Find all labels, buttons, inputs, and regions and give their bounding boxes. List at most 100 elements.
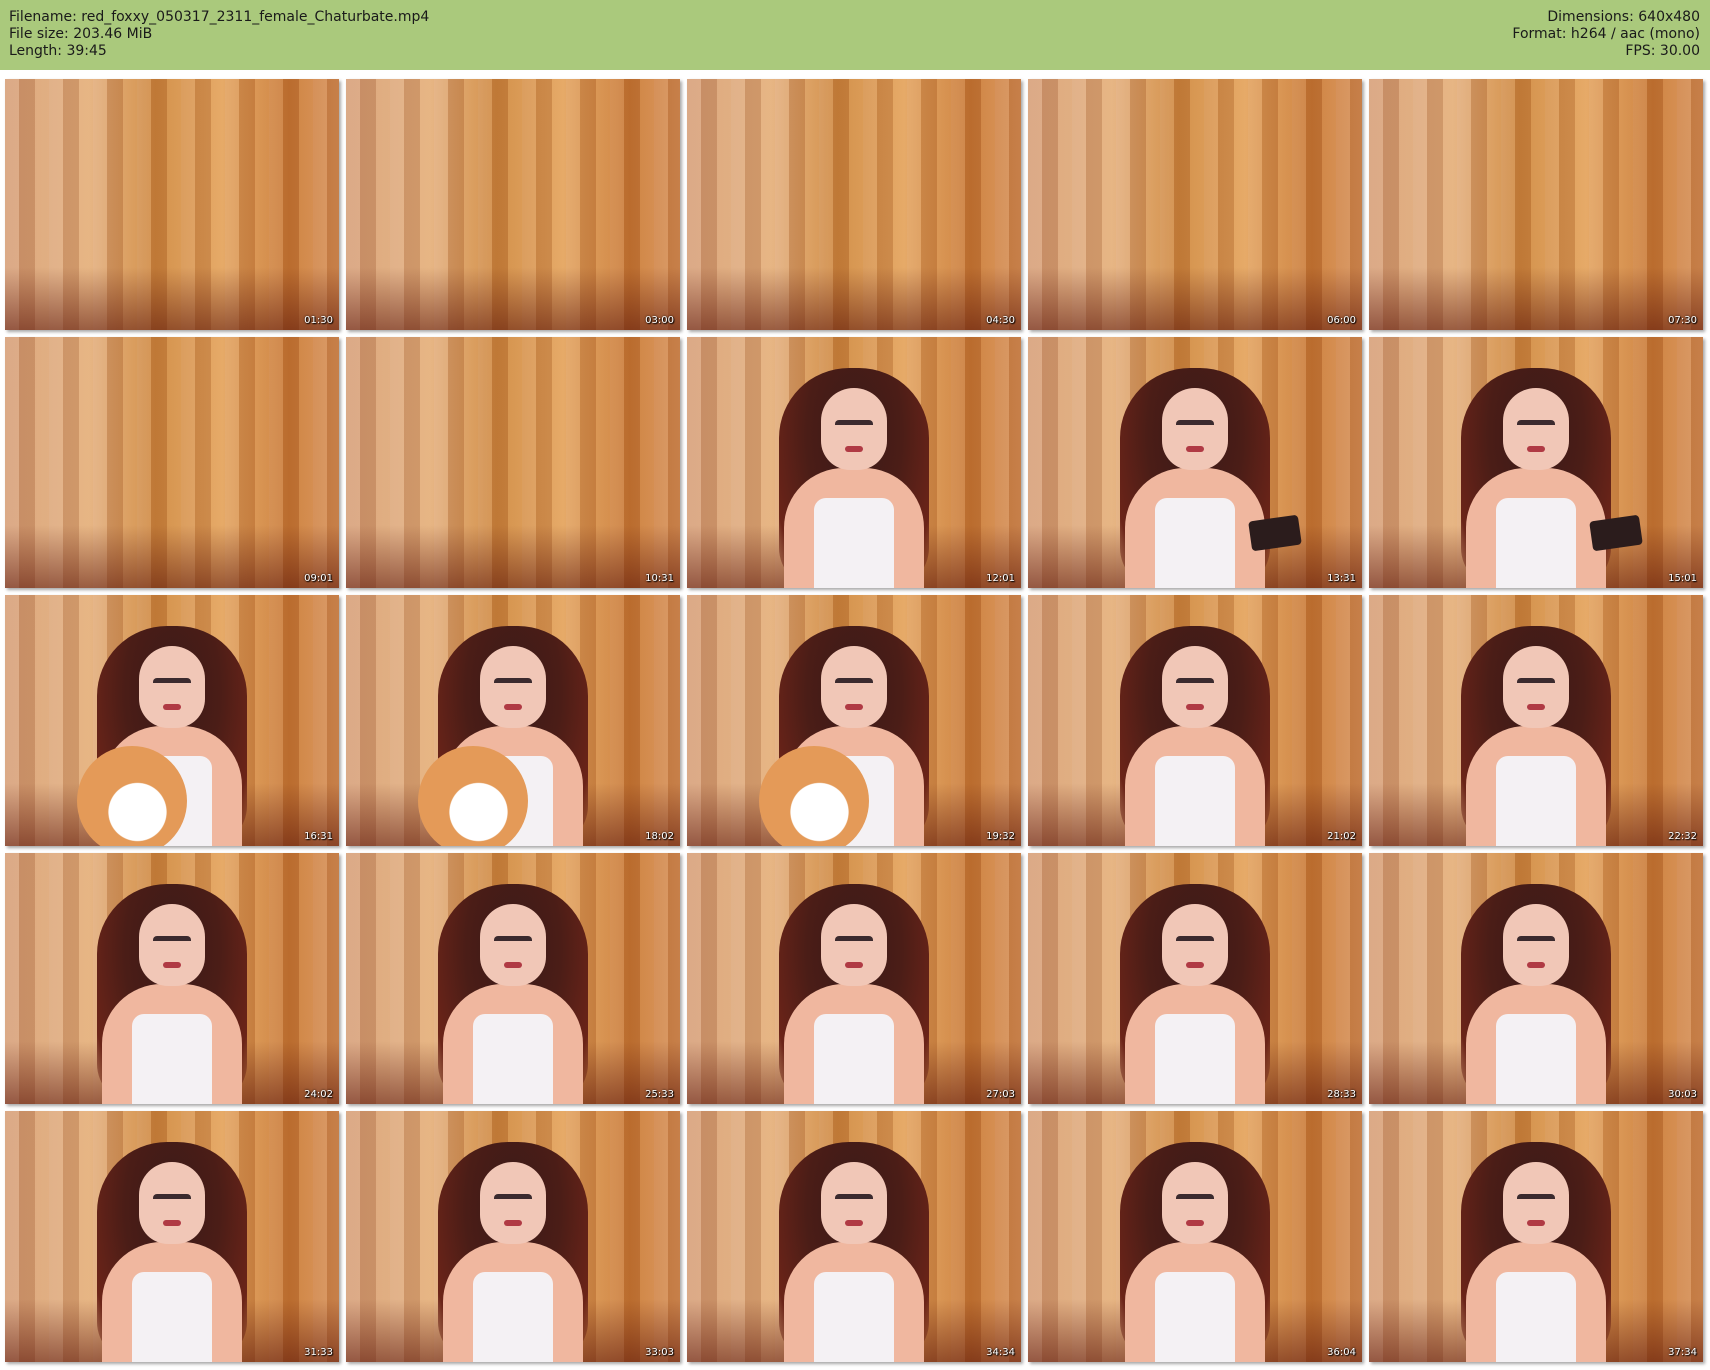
person-figure bbox=[1100, 874, 1290, 1104]
thumbnail-timestamp: 22:32 bbox=[1668, 831, 1697, 842]
tank-top-shape bbox=[1155, 498, 1235, 588]
thumbnail-timestamp: 25:33 bbox=[645, 1089, 674, 1100]
face-shape bbox=[821, 388, 887, 470]
thumbnail-timestamp: 10:31 bbox=[645, 573, 674, 584]
person-figure bbox=[759, 874, 949, 1104]
person-figure bbox=[1441, 358, 1643, 588]
face-shape bbox=[821, 646, 887, 728]
video-thumbnail[interactable]: 21:02 bbox=[1028, 595, 1362, 846]
face-shape bbox=[1503, 646, 1569, 728]
tank-top-shape bbox=[1496, 756, 1576, 846]
video-thumbnail[interactable]: 01:30 bbox=[5, 79, 339, 330]
thumbnail-timestamp: 09:01 bbox=[304, 573, 333, 584]
thumbnail-image bbox=[1028, 79, 1362, 330]
thumbnail-timestamp: 16:31 bbox=[304, 831, 333, 842]
video-thumbnail[interactable]: 28:33 bbox=[1028, 853, 1362, 1104]
tank-top-shape bbox=[473, 1014, 553, 1104]
face-shape bbox=[1503, 904, 1569, 986]
tank-top-shape bbox=[1496, 1014, 1576, 1104]
thumbnail-timestamp: 01:30 bbox=[304, 315, 333, 326]
video-thumbnail[interactable]: 09:01 bbox=[5, 337, 339, 588]
person-figure bbox=[1100, 1132, 1290, 1362]
plush-toy-shape bbox=[418, 746, 528, 846]
video-thumbnail[interactable]: 34:34 bbox=[687, 1111, 1021, 1362]
video-thumbnail[interactable]: 18:02 bbox=[346, 595, 680, 846]
video-thumbnail[interactable]: 31:33 bbox=[5, 1111, 339, 1362]
thumbnail-timestamp: 34:34 bbox=[986, 1347, 1015, 1358]
thumbnail-timestamp: 07:30 bbox=[1668, 315, 1697, 326]
thumbnail-timestamp: 31:33 bbox=[304, 1347, 333, 1358]
dimensions-text: Dimensions: 640x480 bbox=[1547, 9, 1700, 25]
thumbnail-timestamp: 21:02 bbox=[1327, 831, 1356, 842]
tank-top-shape bbox=[132, 1272, 212, 1362]
face-shape bbox=[139, 904, 205, 986]
info-header: Filename: red_foxxy_050317_2311_female_C… bbox=[0, 0, 1710, 70]
thumbnail-timestamp: 28:33 bbox=[1327, 1089, 1356, 1100]
video-thumbnail[interactable]: 13:31 bbox=[1028, 337, 1362, 588]
person-figure bbox=[77, 616, 267, 846]
thumbnail-image bbox=[687, 79, 1021, 330]
person-figure bbox=[1441, 616, 1631, 846]
fps-text: FPS: 30.00 bbox=[1625, 43, 1700, 59]
plush-toy-shape bbox=[759, 746, 869, 846]
length-text: Length: 39:45 bbox=[9, 43, 107, 59]
video-thumbnail[interactable]: 33:03 bbox=[346, 1111, 680, 1362]
video-thumbnail[interactable]: 10:31 bbox=[346, 337, 680, 588]
thumbnail-timestamp: 19:32 bbox=[986, 831, 1015, 842]
thumbnail-timestamp: 36:04 bbox=[1327, 1347, 1356, 1358]
thumbnail-image bbox=[346, 337, 680, 588]
person-figure bbox=[759, 616, 949, 846]
thumbnail-grid: 01:30 03:00 04:30 06:00 07:30 09:01 10:31 12:01… bbox=[5, 79, 1703, 1362]
person-figure bbox=[759, 1132, 949, 1362]
thumbnail-image bbox=[5, 337, 339, 588]
video-thumbnail[interactable]: 04:30 bbox=[687, 79, 1021, 330]
filesize-text: File size: 203.46 MiB bbox=[9, 26, 153, 42]
filename-text: Filename: red_foxxy_050317_2311_female_C… bbox=[9, 9, 430, 25]
tank-top-shape bbox=[814, 1272, 894, 1362]
tank-top-shape bbox=[1155, 1272, 1235, 1362]
thumbnail-timestamp: 15:01 bbox=[1668, 573, 1697, 584]
tank-top-shape bbox=[473, 1272, 553, 1362]
person-figure bbox=[418, 874, 608, 1104]
video-thumbnail[interactable]: 03:00 bbox=[346, 79, 680, 330]
plush-toy-shape bbox=[77, 746, 187, 846]
video-thumbnail[interactable]: 15:01 bbox=[1369, 337, 1703, 588]
face-shape bbox=[1162, 1162, 1228, 1244]
person-figure bbox=[418, 1132, 608, 1362]
person-figure bbox=[1100, 616, 1290, 846]
video-thumbnail[interactable]: 27:03 bbox=[687, 853, 1021, 1104]
thumbnail-timestamp: 03:00 bbox=[645, 315, 674, 326]
face-shape bbox=[139, 1162, 205, 1244]
face-shape bbox=[1503, 1162, 1569, 1244]
face-shape bbox=[480, 904, 546, 986]
video-thumbnail[interactable]: 22:32 bbox=[1369, 595, 1703, 846]
thumbnail-image bbox=[1369, 79, 1703, 330]
face-shape bbox=[1162, 904, 1228, 986]
thumbnail-timestamp: 06:00 bbox=[1327, 315, 1356, 326]
video-thumbnail[interactable]: 07:30 bbox=[1369, 79, 1703, 330]
video-thumbnail[interactable]: 24:02 bbox=[5, 853, 339, 1104]
thumbnail-timestamp: 18:02 bbox=[645, 831, 674, 842]
face-shape bbox=[480, 646, 546, 728]
face-shape bbox=[1162, 646, 1228, 728]
video-thumbnail[interactable]: 30:03 bbox=[1369, 853, 1703, 1104]
person-figure bbox=[1441, 874, 1631, 1104]
video-thumbnail[interactable]: 06:00 bbox=[1028, 79, 1362, 330]
thumbnail-timestamp: 12:01 bbox=[986, 573, 1015, 584]
video-thumbnail[interactable]: 36:04 bbox=[1028, 1111, 1362, 1362]
tank-top-shape bbox=[1155, 756, 1235, 846]
tank-top-shape bbox=[814, 1014, 894, 1104]
thumbnail-image bbox=[346, 79, 680, 330]
thumbnail-image bbox=[5, 79, 339, 330]
video-thumbnail[interactable]: 19:32 bbox=[687, 595, 1021, 846]
stream-info: Dimensions: 640x480 Format: h264 / aac (… bbox=[1512, 9, 1700, 60]
tank-top-shape bbox=[814, 498, 894, 588]
video-thumbnail[interactable]: 37:34 bbox=[1369, 1111, 1703, 1362]
video-thumbnail[interactable]: 16:31 bbox=[5, 595, 339, 846]
person-figure bbox=[759, 358, 949, 588]
tank-top-shape bbox=[132, 1014, 212, 1104]
face-shape bbox=[1503, 388, 1569, 470]
video-thumbnail[interactable]: 25:33 bbox=[346, 853, 680, 1104]
video-thumbnail[interactable]: 12:01 bbox=[687, 337, 1021, 588]
person-figure bbox=[1441, 1132, 1631, 1362]
